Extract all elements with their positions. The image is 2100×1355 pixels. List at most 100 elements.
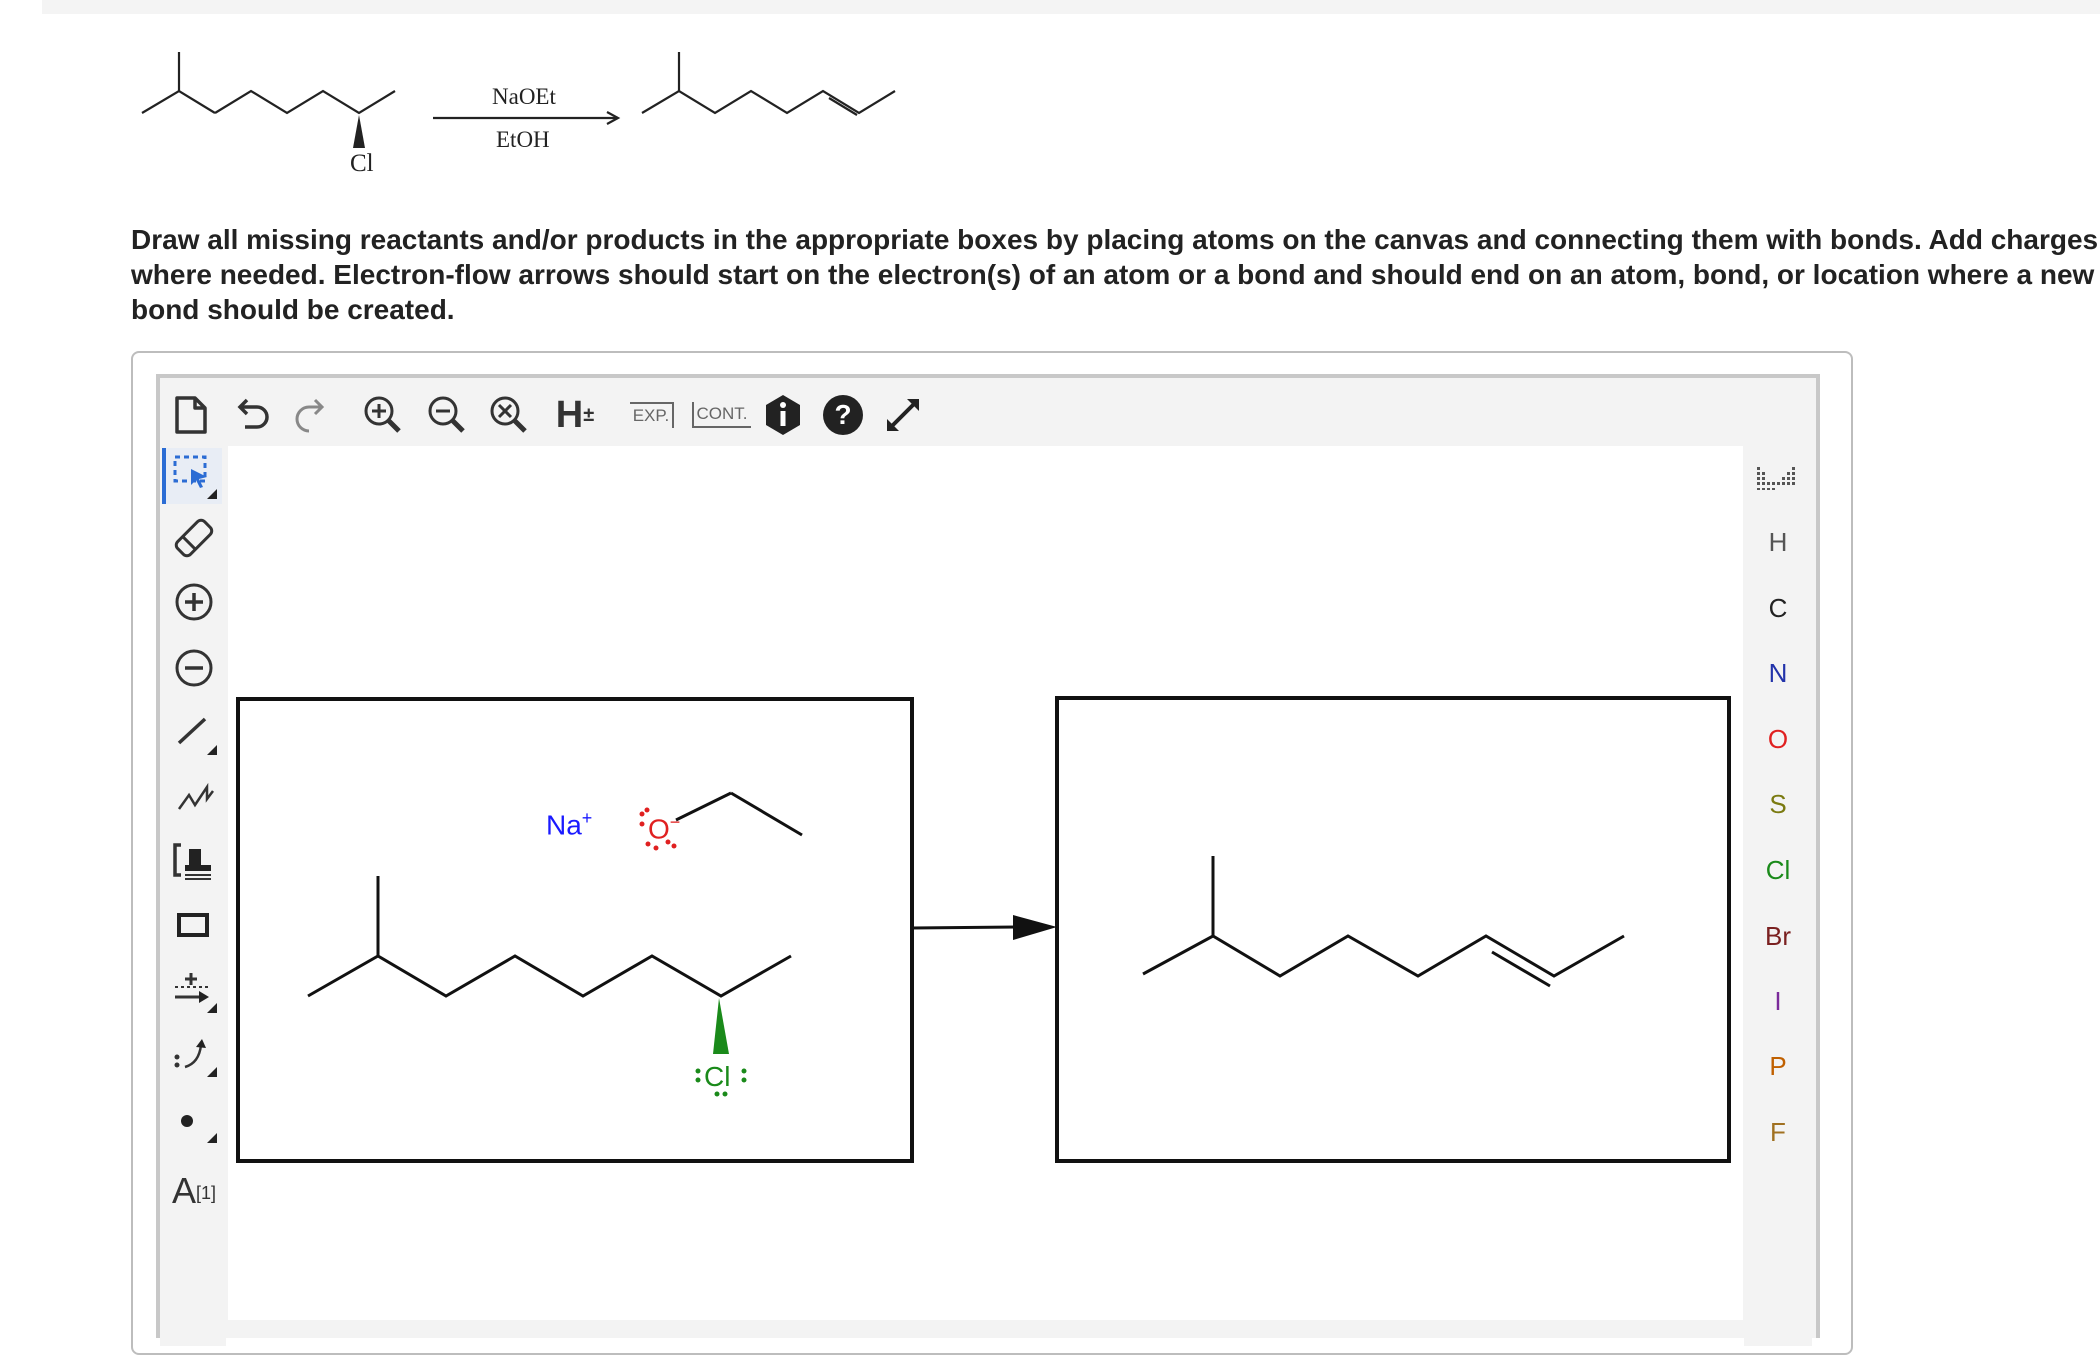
hydrogen-toggle-label: H [555, 393, 584, 436]
rectangle-tool[interactable] [166, 898, 222, 954]
contract-button[interactable]: CONT. [688, 392, 754, 438]
product-box[interactable] [1055, 696, 1731, 1163]
element-i-button[interactable]: I [1744, 975, 1812, 1027]
eraser-icon [174, 518, 214, 558]
page-top-bar [42, 0, 2100, 14]
new-document-icon [175, 396, 207, 434]
redo-button[interactable] [288, 392, 334, 438]
oxygen-charge: − [669, 812, 681, 832]
element-cl-label: Cl [1765, 854, 1791, 885]
element-cl-button[interactable]: Cl [1744, 844, 1812, 896]
instructions-line-3: bond should be created. [131, 294, 455, 325]
canvas-reaction-arrow-line[interactable] [911, 925, 1019, 930]
radical-dot-icon [181, 1115, 217, 1143]
element-f-label: F [1770, 1116, 1786, 1147]
ethoxide-bond-2[interactable] [730, 791, 803, 837]
redo-icon [295, 398, 325, 433]
periodic-table-icon [1757, 467, 1795, 490]
chlorine-wedge[interactable] [713, 998, 729, 1054]
reaction-arrow-icon [175, 973, 217, 1013]
info-icon [766, 395, 800, 435]
element-n-label: N [1768, 657, 1788, 688]
atom-label-tool[interactable]: A [1] [166, 1156, 222, 1212]
drawing-canvas[interactable]: Na+ O− Cl [228, 446, 1743, 1320]
top-toolbar: H ± EXP. CONT. ? [160, 378, 1812, 446]
help-button[interactable]: ? [820, 392, 866, 438]
reactant-skeleton[interactable] [307, 876, 792, 998]
reaction-arrow-tool[interactable] [166, 962, 222, 1018]
reaction-scheme: Cl NaOEt EtOH [130, 40, 930, 195]
element-p-label: P [1769, 1050, 1787, 1081]
product-double-bond [828, 97, 858, 116]
new-document-button[interactable] [168, 392, 214, 438]
reactant-box[interactable] [236, 697, 914, 1163]
periodic-table-button[interactable] [1744, 452, 1812, 504]
element-h-label: H [1768, 526, 1788, 557]
wedge-bond [353, 115, 365, 148]
fullscreen-icon [887, 399, 919, 431]
info-button[interactable] [760, 392, 806, 438]
negative-charge-icon [175, 649, 213, 687]
help-icon: ? [823, 395, 863, 435]
radical-tool[interactable] [166, 1092, 222, 1148]
select-tool[interactable] [162, 448, 222, 504]
explicit-hydrogens-button[interactable]: H ± [548, 392, 602, 438]
atom-label-text: A [171, 1170, 196, 1211]
expand-button[interactable]: EXP. [622, 392, 682, 438]
zoom-reset-button[interactable] [486, 392, 532, 438]
reaction-scheme-svg [141, 52, 896, 148]
bracket-tool[interactable] [166, 832, 222, 888]
sodium-charge: + [581, 808, 593, 828]
oxygen-label[interactable]: O− [648, 812, 680, 845]
element-f-button[interactable]: F [1744, 1106, 1812, 1158]
element-p-button[interactable]: P [1744, 1040, 1812, 1092]
bracket-icon [173, 843, 211, 880]
element-i-label: I [1774, 985, 1782, 1016]
zoom-in-icon [364, 396, 401, 433]
element-o-label: O [1767, 723, 1789, 754]
expand-label: EXP. [629, 402, 675, 428]
chain-tool[interactable] [166, 768, 222, 824]
product-skeleton[interactable] [1142, 856, 1625, 988]
zoom-in-button[interactable] [360, 392, 406, 438]
hydrogen-toggle-sup: ± [583, 403, 595, 426]
element-h-button[interactable]: H [1744, 516, 1812, 568]
left-toolbar: A [1] [160, 446, 226, 1346]
sodium-symbol: Na [546, 809, 582, 841]
fullscreen-button[interactable] [880, 392, 926, 438]
undo-icon [237, 398, 269, 429]
instructions-text: Draw all missing reactants and/or produc… [131, 222, 2100, 327]
negative-charge-tool[interactable] [166, 640, 222, 696]
chain-icon [177, 782, 214, 810]
reactant-bonds-1 [141, 89, 216, 114]
sodium-label[interactable]: Na+ [546, 808, 592, 841]
solvent-label: EtOH [496, 127, 550, 152]
ethoxide-bond-1[interactable] [675, 791, 732, 822]
single-bond-tool[interactable] [166, 704, 222, 760]
element-n-button[interactable]: N [1744, 647, 1812, 699]
element-s-button[interactable]: S [1744, 778, 1812, 830]
electron-flow-tool[interactable] [166, 1026, 222, 1082]
electron-flow-arrow-icon [174, 1039, 217, 1077]
element-br-button[interactable]: Br [1744, 910, 1812, 962]
canvas-reaction-arrow-head[interactable] [1013, 915, 1057, 940]
reactant-cl-label: Cl [350, 150, 374, 177]
positive-charge-tool[interactable] [166, 574, 222, 630]
zoom-reset-icon [490, 396, 527, 433]
positive-charge-icon [175, 583, 213, 621]
right-toolbar: H C N O S Cl Br I P F [1744, 446, 1812, 1346]
erase-tool[interactable] [166, 510, 222, 566]
reactant-bonds-2 [214, 89, 396, 115]
element-o-button[interactable]: O [1744, 713, 1812, 765]
undo-button[interactable] [230, 392, 276, 438]
canvas-svg [236, 696, 1731, 1163]
rectangle-icon [177, 913, 209, 937]
element-c-button[interactable]: C [1744, 582, 1812, 634]
instructions-line-2: where needed. Electron-flow arrows shoul… [131, 259, 2095, 290]
chlorine-label[interactable]: Cl [704, 1061, 730, 1093]
svg-text:?: ? [834, 399, 851, 430]
instructions-line-1: Draw all missing reactants and/or produc… [131, 224, 2099, 255]
contract-label: CONT. [691, 402, 751, 428]
zoom-out-button[interactable] [424, 392, 470, 438]
single-bond-icon [177, 717, 217, 755]
